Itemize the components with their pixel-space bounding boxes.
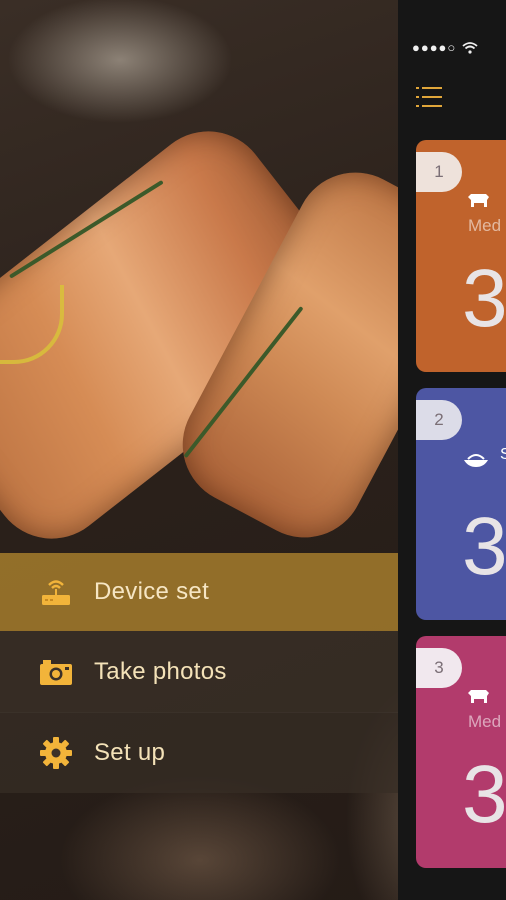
fish-dish-icon: [462, 450, 488, 470]
doneness-label: Med: [468, 712, 502, 731]
probe-card-2[interactable]: 2 S 3: [416, 388, 506, 620]
menu-item-device-set[interactable]: Device set: [0, 553, 398, 631]
food-type-label: I: [484, 690, 489, 707]
temperature-value: 3: [462, 501, 506, 592]
list-menu-icon[interactable]: [416, 86, 442, 108]
status-bar: ●●●●○: [412, 40, 478, 55]
temperature-value: 3: [462, 253, 506, 344]
menu-item-label: Device set: [94, 578, 210, 605]
temperature-value: 3: [462, 749, 506, 840]
camera-icon: [38, 654, 74, 690]
menu-item-label: Take photos: [94, 657, 227, 685]
main-screen-panel[interactable]: ●●●●○ 1 I Med 3 2 S 3 3 I Med 3: [398, 0, 506, 900]
food-type-label: S: [500, 446, 506, 463]
doneness-label: Med: [468, 216, 502, 235]
side-menu: Device set Take photos Set up: [0, 553, 398, 793]
menu-item-label: Set up: [94, 738, 166, 766]
gear-icon: [38, 735, 74, 771]
probe-number-badge: 1: [416, 152, 462, 192]
probe-number-badge: 2: [416, 400, 462, 440]
menu-item-set-up[interactable]: Set up: [0, 712, 398, 793]
signal-strength: ●●●●○: [412, 40, 457, 55]
probe-card-3[interactable]: 3 I Med 3: [416, 636, 506, 868]
probe-number-badge: 3: [416, 648, 462, 688]
food-type-label: I: [484, 194, 489, 211]
router-icon: [38, 574, 74, 610]
probe-card-1[interactable]: 1 I Med 3: [416, 140, 506, 372]
menu-item-take-photos[interactable]: Take photos: [0, 631, 398, 712]
wifi-icon: [462, 41, 478, 54]
